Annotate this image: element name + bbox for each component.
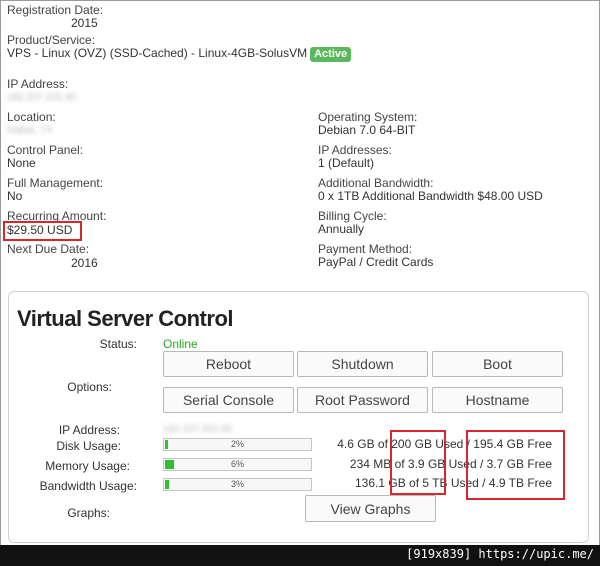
status-label: Status: xyxy=(99,337,137,351)
product-label: Product/Service: xyxy=(7,33,96,47)
reboot-button[interactable]: Reboot xyxy=(163,351,294,377)
registration-date-value: 2015 xyxy=(71,16,98,30)
disk-usage-bar: 2% xyxy=(163,438,312,451)
memory-usage-text: 234 MB of 3.9 GB Used / 3.7 GB Free xyxy=(349,457,552,471)
full-management-label: Full Management: xyxy=(7,176,104,190)
memory-usage-bar: 6% xyxy=(163,458,312,471)
ip-addresses-label: IP Addresses: xyxy=(318,143,392,157)
payment-method-label: Payment Method: xyxy=(318,242,413,256)
shutdown-button[interactable]: Shutdown xyxy=(297,351,428,377)
full-management-value: No xyxy=(7,189,23,203)
ip-addresses-value: 1 (Default) xyxy=(318,156,375,170)
control-panel-label: Control Panel: xyxy=(7,143,84,157)
vsc-ip-address-label: IP Address: xyxy=(58,423,120,437)
ip-address-label: IP Address: xyxy=(7,77,69,91)
disk-usage-percent: 2% xyxy=(230,439,244,449)
vsc-ip-address-value: 192.227.201.90 xyxy=(163,424,233,435)
bandwidth-usage-label: Bandwidth Usage: xyxy=(39,479,137,493)
product-value: VPS - Linux (OVZ) (SSD-Cached) - Linux-4… xyxy=(7,46,308,60)
control-panel-value: None xyxy=(7,156,36,170)
memory-usage-percent: 6% xyxy=(230,459,244,469)
product-value-row: VPS - Linux (OVZ) (SSD-Cached) - Linux-4… xyxy=(7,46,352,62)
watermark-text: [919x839] https://upic.me/ xyxy=(406,547,594,561)
serial-console-button[interactable]: Serial Console xyxy=(163,387,294,413)
disk-usage-text: 4.6 GB of 200 GB Used / 195.4 GB Free xyxy=(337,437,552,451)
operating-system-value: Debian 7.0 64-BIT xyxy=(318,123,416,137)
payment-method-value: PayPal / Credit Cards xyxy=(318,255,434,269)
disk-usage-label: Disk Usage: xyxy=(56,439,121,453)
vsc-title: Virtual Server Control xyxy=(17,306,234,331)
recurring-amount-label: Recurring Amount: xyxy=(7,209,107,223)
ip-address-value: 192.227.201.90 xyxy=(7,92,77,103)
billing-cycle-label: Billing Cycle: xyxy=(318,209,387,223)
memory-usage-label: Memory Usage: xyxy=(45,459,130,473)
operating-system-label: Operating System: xyxy=(318,110,418,124)
location-label: Location: xyxy=(7,110,56,124)
boot-button[interactable]: Boot xyxy=(432,351,563,377)
billing-cycle-value: Annually xyxy=(318,222,365,236)
registration-date-label: Registration Date: xyxy=(7,3,104,17)
options-label: Options: xyxy=(67,380,112,394)
location-value: Dallas, TX xyxy=(7,125,53,136)
status-badge: Active xyxy=(310,47,352,62)
additional-bandwidth-label: Additional Bandwidth: xyxy=(318,176,434,190)
root-password-button[interactable]: Root Password xyxy=(297,387,428,413)
view-graphs-button[interactable]: View Graphs xyxy=(305,495,436,522)
graphs-label: Graphs: xyxy=(67,506,110,520)
additional-bandwidth-value: 0 x 1TB Additional Bandwidth $48.00 USD xyxy=(318,189,543,203)
hostname-button[interactable]: Hostname xyxy=(432,387,563,413)
bandwidth-usage-text: 136.1 GB of 5 TB Used / 4.9 TB Free xyxy=(355,476,552,490)
bandwidth-usage-bar: 3% xyxy=(163,478,312,491)
bandwidth-usage-percent: 3% xyxy=(230,479,244,489)
next-due-date-label: Next Due Date: xyxy=(7,242,90,256)
recurring-amount-value: $29.50 USD xyxy=(7,223,73,237)
status-online-value: Online xyxy=(163,337,198,351)
next-due-date-value: 2016 xyxy=(71,256,98,270)
